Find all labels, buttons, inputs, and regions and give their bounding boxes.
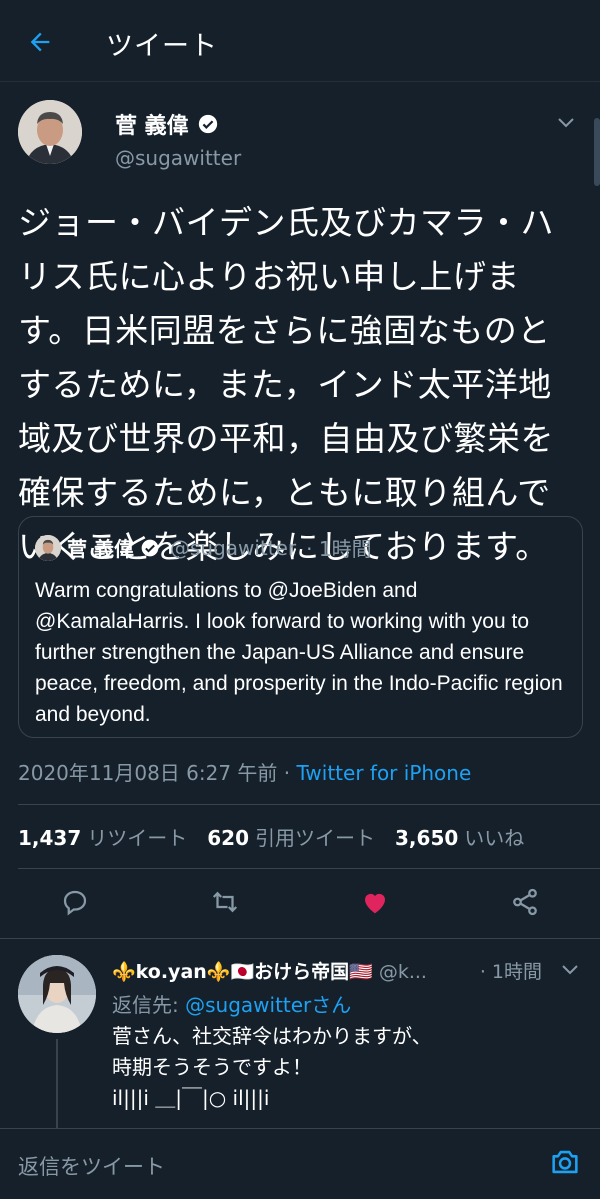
tweet-meta: 2020年11月08日 6:27 午前 · Twitter for iPhone <box>18 757 471 786</box>
divider <box>18 804 600 805</box>
chevron-down-icon[interactable] <box>554 110 578 134</box>
quoted-author-name: 菅 義偉 <box>67 537 134 561</box>
retweet-count-label: リツイート <box>87 826 188 850</box>
thread-line <box>56 1039 58 1129</box>
back-arrow-icon[interactable] <box>20 22 60 62</box>
quoted-time: · 1時間 <box>306 537 372 561</box>
timestamp: 2020年11月08日 6:27 午前 <box>18 761 278 785</box>
reply-time: · 1時間 <box>479 961 542 983</box>
reply-to: 返信先: @sugawitterさん <box>112 989 351 1018</box>
retweet-icon[interactable] <box>209 886 241 918</box>
like-heart-icon[interactable] <box>359 886 391 918</box>
reply-author-handle[interactable]: @k... <box>379 961 427 983</box>
reply-tweet[interactable]: ⚜️ko.yan⚜️🇯🇵おけら帝国🇺🇸 @k... · 1時間 返信先: @su… <box>0 938 600 1129</box>
tweet-actions <box>0 880 600 924</box>
scrollbar[interactable] <box>594 118 600 186</box>
avatar[interactable] <box>18 955 96 1033</box>
like-count[interactable]: 3,650 いいね <box>395 822 524 851</box>
like-count-value: 3,650 <box>395 826 459 850</box>
like-count-label: いいね <box>464 826 525 850</box>
quote-count-label: 引用ツイート <box>255 826 376 850</box>
quoted-tweet[interactable]: 菅 義偉 @sugawitter · 1時間 Warm congratulati… <box>18 516 583 738</box>
author-name[interactable]: 菅 義偉 <box>115 108 219 140</box>
page-title: ツイート <box>106 31 218 62</box>
avatar[interactable] <box>18 100 82 164</box>
retweet-count[interactable]: 1,437 リツイート <box>18 822 187 851</box>
quoted-author-handle: @sugawitter <box>169 535 297 560</box>
reply-to-label: 返信先: <box>112 993 186 1017</box>
reply-icon[interactable] <box>59 886 91 918</box>
retweet-count-value: 1,437 <box>18 826 82 850</box>
reply-header: ⚜️ko.yan⚜️🇯🇵おけら帝国🇺🇸 @k... · 1時間 <box>112 957 582 984</box>
meta-separator: · <box>283 761 291 785</box>
tweet-author: 菅 義偉 @sugawitter <box>18 100 578 180</box>
top-bar: ツイート <box>0 0 600 82</box>
camera-icon[interactable] <box>548 1145 582 1179</box>
quoted-tweet-text: Warm congratulations to @JoeBiden and @K… <box>35 579 563 726</box>
reply-to-suffix: さん <box>311 993 352 1017</box>
quote-count-value: 620 <box>207 826 250 850</box>
source-link[interactable]: Twitter for iPhone <box>297 761 472 785</box>
avatar <box>35 534 61 561</box>
verified-badge-icon <box>198 114 217 134</box>
share-icon[interactable] <box>509 886 541 918</box>
reply-compose-bar[interactable]: 返信をツイート <box>0 1128 600 1199</box>
tweet-stats: 1,437 リツイート 620 引用ツイート 3,650 いいね <box>18 822 524 851</box>
reply-author-name[interactable]: ⚜️ko.yan⚜️🇯🇵おけら帝国🇺🇸 <box>112 961 373 983</box>
quote-count[interactable]: 620 引用ツイート <box>207 822 375 851</box>
quoted-tweet-header: 菅 義偉 @sugawitter · 1時間 <box>35 533 372 562</box>
author-handle[interactable]: @sugawitter <box>115 146 241 170</box>
reply-text: 菅さん、社交辞令はわかりますが、 時期そうそうですよ！ il|||i ＿|￣|○… <box>112 1024 432 1110</box>
verified-badge-icon <box>141 539 159 556</box>
reply-input[interactable]: 返信をツイート <box>18 1151 165 1181</box>
author-name-text[interactable]: 菅 義偉 <box>115 108 189 140</box>
chevron-down-icon[interactable] <box>558 957 582 981</box>
divider <box>18 868 600 869</box>
reply-to-handle[interactable]: @sugawitter <box>185 993 311 1017</box>
